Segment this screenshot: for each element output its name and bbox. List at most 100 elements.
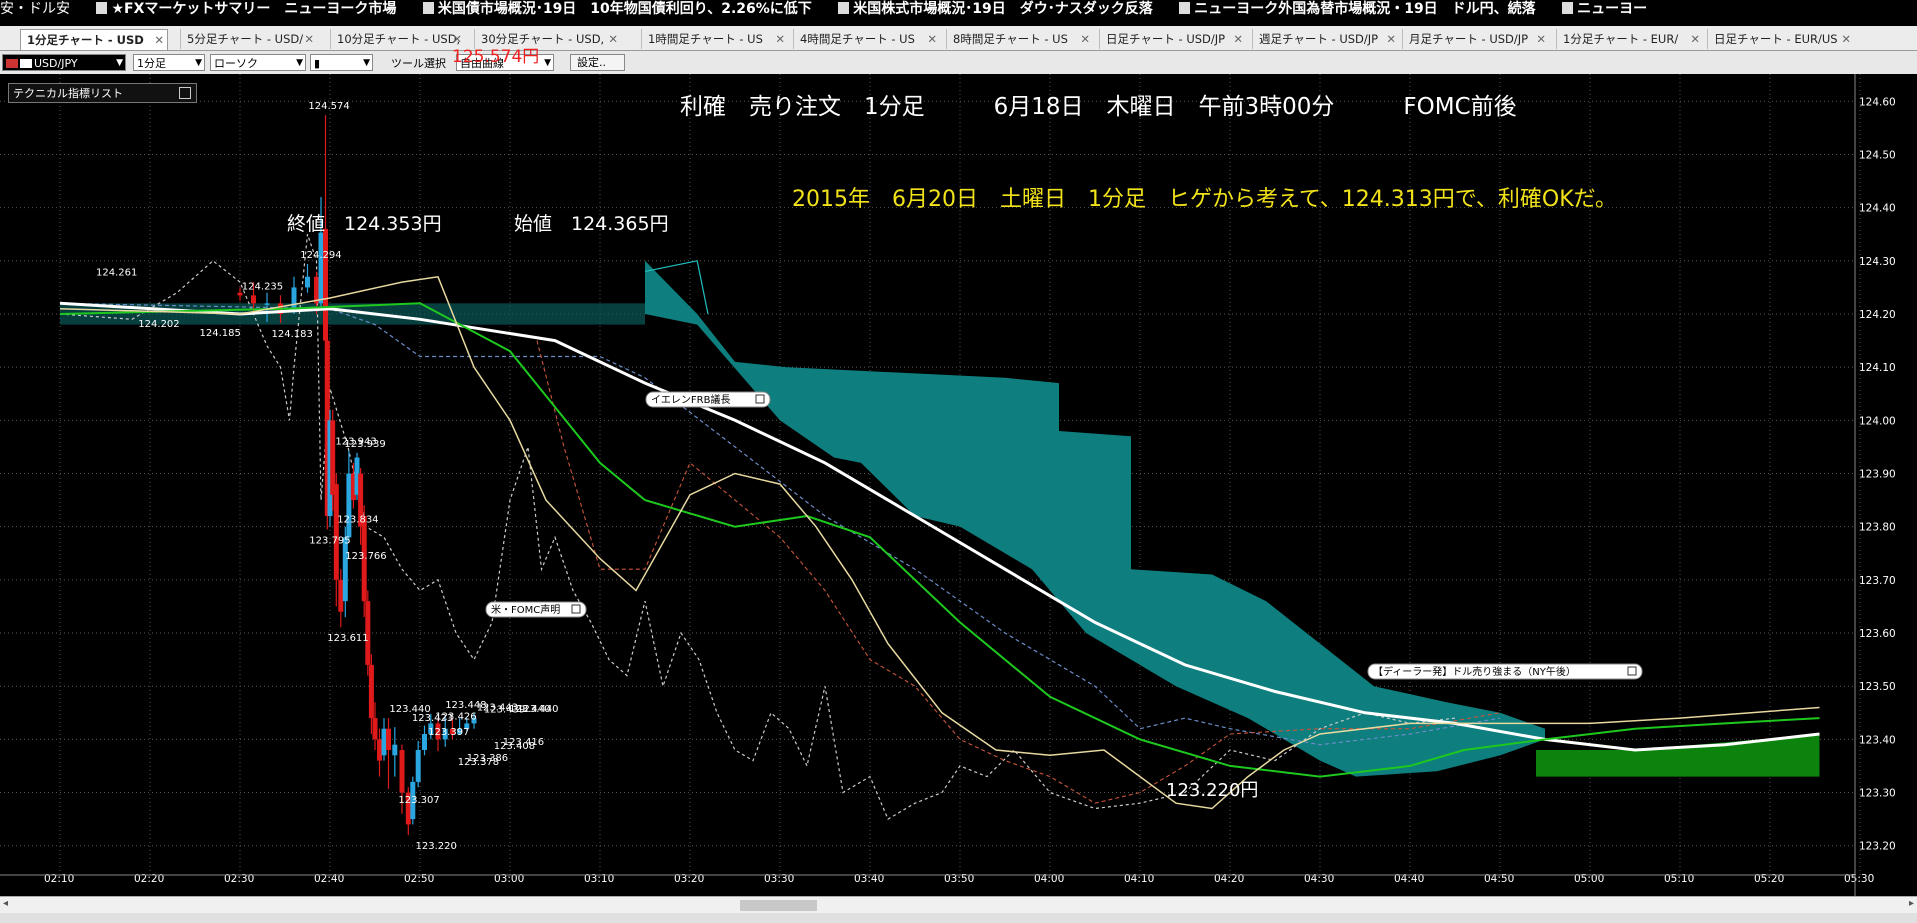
scroll-thumb[interactable] <box>740 900 817 911</box>
tab-weekly-usd[interactable]: 週足チャート - USD/JP ✕ <box>1252 29 1399 49</box>
ticker-item[interactable]: 米国株式市場概況･19日 ダウ･ナスダック反落 <box>838 0 1153 18</box>
ticker-item[interactable]: ニューヨー <box>1562 0 1647 18</box>
close-icon[interactable]: ✕ <box>1080 29 1090 49</box>
candle-body <box>392 744 398 756</box>
news-fomc: 米・FOMC声明 <box>491 603 560 616</box>
candle-body <box>264 303 270 305</box>
settings-button[interactable]: 設定.. <box>570 54 625 71</box>
candle-body <box>399 749 405 793</box>
scroll-left-icon[interactable]: ◂ <box>3 898 8 909</box>
candle-body <box>377 739 382 761</box>
y-tick-label: 124.60 <box>1859 96 1896 108</box>
ticker-item[interactable]: 安・ドル安 <box>0 0 70 18</box>
chart-style-select[interactable]: ローソク ▼ <box>210 54 306 71</box>
close-icon[interactable]: ✕ <box>304 29 314 49</box>
chart-svg[interactable]: 124.60 124.50 124.40 124.30 124.20 124.10 124.… <box>0 74 1917 896</box>
news-dealer: 【ディーラー発】ドル売り強まる（NY午後） <box>1373 665 1576 678</box>
tab-4h-usd[interactable]: 4時間足チャート - US ✕ <box>793 29 940 49</box>
tab-8h-usd[interactable]: 8時間足チャート - US ✕ <box>946 29 1093 49</box>
close-icon[interactable]: ✕ <box>1690 29 1700 49</box>
chevron-down-icon: ▼ <box>296 58 303 68</box>
news-fomc-icon <box>571 604 581 614</box>
chart-area[interactable]: 124.60 124.50 124.40 124.30 124.20 124.10 124.… <box>0 74 1917 896</box>
chevron-down-icon: ▼ <box>363 58 370 68</box>
candle-body <box>338 579 344 612</box>
candle-body <box>305 276 310 288</box>
tab-monthly-usd[interactable]: 月足チャート - USD/JP ✕ <box>1402 29 1549 49</box>
news-icon <box>422 2 434 14</box>
price-label: 124.235 <box>242 281 283 292</box>
price-label: 123.939 <box>344 439 385 450</box>
pair-select[interactable]: USD/JPY ▼ <box>2 54 126 71</box>
cloud-green <box>1536 734 1820 777</box>
close-icon[interactable]: ✕ <box>1841 29 1851 49</box>
us-flag-icon <box>6 59 18 68</box>
candle-body <box>330 420 336 495</box>
close-icon[interactable]: ✕ <box>1536 29 1546 49</box>
tab-daily-usd[interactable]: 日足チャート - USD/JP ✕ <box>1099 29 1246 49</box>
price-marker-label: 125.574円 <box>452 47 540 67</box>
candle-body <box>346 473 352 538</box>
y-tick-label: 123.70 <box>1859 575 1896 587</box>
y-tick-label: 124.30 <box>1859 256 1896 268</box>
price-label: 123.766 <box>345 551 386 562</box>
news-icon <box>1179 2 1191 14</box>
y-tick-label: 124.20 <box>1859 309 1896 321</box>
ticker-item[interactable]: ★FXマーケットサマリー ニューヨーク市場 <box>96 0 396 18</box>
tool-select-label: ツール選択 <box>391 57 446 70</box>
close-icon[interactable]: ✕ <box>154 30 164 50</box>
candle-body <box>251 295 256 304</box>
candle-body <box>318 232 324 304</box>
tab-1min-eur[interactable]: 1分足チャート - EUR/✕ <box>1556 29 1703 49</box>
candle-body <box>291 287 297 309</box>
price-label: 123.397 <box>428 727 469 738</box>
close-icon[interactable]: ✕ <box>1233 29 1243 49</box>
price-label: 124.183 <box>272 329 313 340</box>
ticker-item[interactable]: ニューヨーク外国為替市場概況・19日 ドル円、続落 <box>1179 0 1536 18</box>
sma-white <box>59 301 1820 752</box>
price-label: 124.294 <box>300 250 341 261</box>
candle-body <box>415 749 421 782</box>
price-label: 123.834 <box>337 515 378 526</box>
price-label: 124.261 <box>96 268 137 279</box>
jp-flag-icon <box>20 59 32 68</box>
y-tick-label: 123.60 <box>1859 628 1896 640</box>
price-label: 123.307 <box>398 795 439 806</box>
y-tick-label: 123.80 <box>1859 522 1896 534</box>
open-price-label: 始値 124.365円 <box>514 213 669 235</box>
candle-body <box>342 537 348 602</box>
news-yellen: イエレンFRB議長 <box>651 393 730 406</box>
tab-1h-usd[interactable]: 1時間足チャート - US ✕ <box>641 29 788 49</box>
tab-5min-usd[interactable]: 5分足チャート - USD/✕ <box>180 29 317 49</box>
close-icon[interactable]: ✕ <box>1386 29 1396 49</box>
candle-body <box>422 734 427 750</box>
collapse-icon[interactable] <box>179 87 191 99</box>
chart-note: 2015年 6月20日 土曜日 1分足 ヒゲから考えて、124.313円で、利確… <box>792 187 1617 212</box>
timeframe-select[interactable]: 1分足 ▼ <box>133 54 205 71</box>
candle-body <box>372 718 378 740</box>
y-tick-label: 124.10 <box>1859 362 1896 374</box>
close-icon[interactable]: ✕ <box>608 29 618 49</box>
close-icon[interactable]: ✕ <box>927 29 937 49</box>
technical-indicator-list[interactable]: テクニカル指標リスト <box>8 83 197 103</box>
close-icon[interactable]: ✕ <box>775 29 785 49</box>
chevron-down-icon: ▼ <box>195 58 202 68</box>
tab-10min-usd[interactable]: 10分足チャート - USD, ✕ <box>330 29 465 49</box>
tab-daily-eur[interactable]: 日足チャート - EUR/US ✕ <box>1707 29 1854 49</box>
indicator-list-label: テクニカル指標リスト <box>13 87 123 100</box>
y-tick-label: 123.50 <box>1859 681 1896 693</box>
candle-icon: ▮ <box>314 57 321 70</box>
chart-tab-bar: 1分足チャート - USD ✕ 5分足チャート - USD/✕ 10分足チャート … <box>0 26 1917 70</box>
chart-toolbar: USD/JPY ▼ 1分足 ▼ ローソク ▼ ▮ ▼ ツール選択 自由曲線 ▼ 125.5… <box>0 47 1917 74</box>
candle-body <box>386 728 391 750</box>
candle-type-select[interactable]: ▮ ▼ <box>310 54 373 71</box>
tab-1min-usd[interactable]: 1分足チャート - USD ✕ <box>20 29 168 50</box>
horizontal-scrollbar[interactable]: ◂ ▸ <box>0 896 1917 914</box>
ticker-item[interactable]: 米国債市場概況･19日 10年物国債利回り、2.26%に低下 <box>422 0 812 18</box>
news-ticker[interactable]: 安・ドル安 ★FXマーケットサマリー ニューヨーク市場 米国債市場概況･19日 … <box>0 0 1917 18</box>
y-tick-label: 123.40 <box>1859 734 1896 746</box>
news-dealer-icon <box>1627 666 1637 676</box>
price-label: 124.574 <box>308 101 349 112</box>
news-icon <box>96 2 108 14</box>
scroll-right-icon[interactable]: ▸ <box>1909 898 1914 909</box>
